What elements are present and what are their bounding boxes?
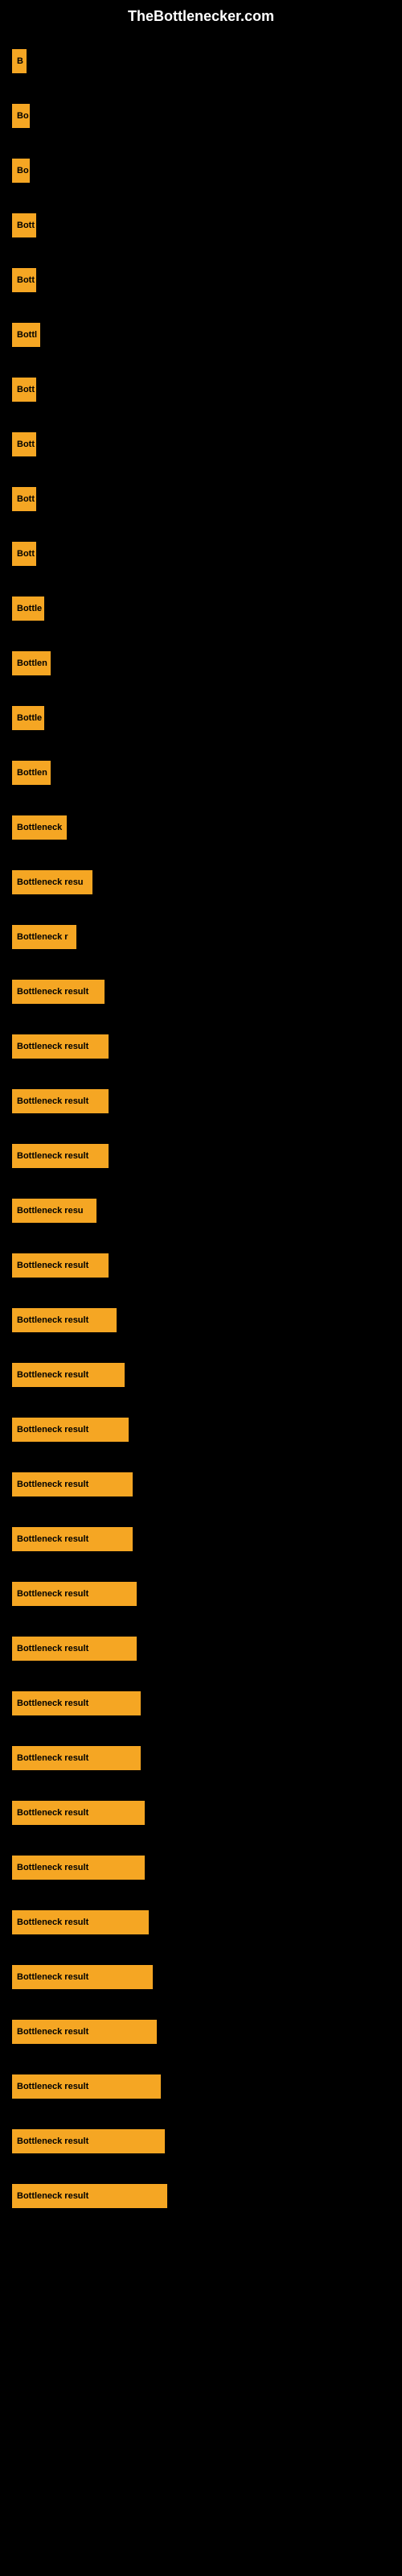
bottleneck-label: Bottle <box>12 706 44 730</box>
list-item: Bottlen <box>12 639 390 687</box>
bottleneck-label: Bottleneck result <box>12 1308 117 1332</box>
bottleneck-label: Bottleneck result <box>12 1144 109 1168</box>
bottleneck-label: Bottleneck result <box>12 1691 141 1715</box>
list-item: Bottleneck result <box>12 1351 390 1399</box>
list-item: Bott <box>12 420 390 469</box>
bottleneck-label: Bottleneck result <box>12 1801 145 1825</box>
bottleneck-label: Bott <box>12 542 36 566</box>
list-item: Bottleneck r <box>12 913 390 961</box>
list-item: Bottleneck result <box>12 1789 390 1837</box>
list-item: Bott <box>12 201 390 250</box>
bottleneck-label: Bottleneck result <box>12 2129 165 2153</box>
list-item: Bottleneck result <box>12 2062 390 2111</box>
bottleneck-label: Bottleneck result <box>12 1910 149 1934</box>
bottleneck-label: Bottleneck result <box>12 1965 153 1989</box>
bottleneck-label: Bottleneck result <box>12 1527 133 1551</box>
bottleneck-label: Bott <box>12 432 36 456</box>
list-item: Bott <box>12 475 390 523</box>
bottleneck-label: Bottleneck result <box>12 2020 157 2044</box>
bottleneck-label: Bo <box>12 159 30 183</box>
list-item: Bottleneck result <box>12 1077 390 1125</box>
list-item: Bottleneck result <box>12 1843 390 1892</box>
list-item: Bottleneck result <box>12 1570 390 1618</box>
bottleneck-label: Bott <box>12 268 36 292</box>
list-item: Bottleneck result <box>12 1624 390 1673</box>
list-item: Bottleneck result <box>12 1734 390 1782</box>
list-item: Bottle <box>12 584 390 633</box>
list-item: Bottleneck result <box>12 1022 390 1071</box>
bottleneck-label: Bottlen <box>12 761 51 785</box>
bottleneck-label: Bottl <box>12 323 40 347</box>
list-item: Bottleneck result <box>12 1898 390 1946</box>
list-item: Bott <box>12 256 390 304</box>
list-item: B <box>12 37 390 85</box>
list-item: Bottleneck result <box>12 1953 390 2001</box>
bottleneck-label: Bottleneck result <box>12 1418 129 1442</box>
list-item: Bottleneck result <box>12 1296 390 1344</box>
bottleneck-label: Bottleneck result <box>12 2074 161 2099</box>
bottleneck-label: Bottleneck result <box>12 980 105 1004</box>
bottleneck-label: Bottleneck r <box>12 925 76 949</box>
list-item: Bottleneck <box>12 803 390 852</box>
list-item: Bottleneck result <box>12 1241 390 1290</box>
bottleneck-label: Bottleneck result <box>12 1472 133 1496</box>
list-item: Bottleneck result <box>12 1406 390 1454</box>
bottleneck-label: Bott <box>12 487 36 511</box>
list-item: Bottle <box>12 694 390 742</box>
items-container: B Bo Bo Bott Bott Bottl Bott Bott Bott Bott Bottle… <box>0 29 402 2235</box>
bottleneck-label: Bottleneck result <box>12 1253 109 1278</box>
site-title: TheBottlenecker.com <box>0 0 402 29</box>
bottleneck-label: Bottleneck result <box>12 1637 137 1661</box>
bottleneck-label: B <box>12 49 27 73</box>
list-item: Bottl <box>12 311 390 359</box>
bottleneck-label: Bottleneck result <box>12 1089 109 1113</box>
list-item: Bott <box>12 530 390 578</box>
bottleneck-label: Bott <box>12 378 36 402</box>
bottleneck-label: Bottleneck result <box>12 1363 125 1387</box>
bottleneck-label: Bottleneck resu <box>12 1199 96 1223</box>
bottleneck-label: Bottleneck result <box>12 1856 145 1880</box>
bottleneck-label: Bottlen <box>12 651 51 675</box>
bottleneck-label: Bottleneck <box>12 815 67 840</box>
list-item: Bottleneck resu <box>12 858 390 906</box>
list-item: Bottleneck result <box>12 2008 390 2056</box>
list-item: Bott <box>12 365 390 414</box>
bottleneck-label: Bo <box>12 104 30 128</box>
bottleneck-label: Bottleneck result <box>12 2184 167 2208</box>
list-item: Bottleneck result <box>12 2117 390 2165</box>
list-item: Bottleneck result <box>12 1515 390 1563</box>
bottleneck-label: Bottleneck result <box>12 1746 141 1770</box>
bottleneck-label: Bottleneck result <box>12 1034 109 1059</box>
bottleneck-label: Bottleneck resu <box>12 870 92 894</box>
list-item: Bottlen <box>12 749 390 797</box>
list-item: Bottleneck result <box>12 1132 390 1180</box>
list-item: Bottleneck resu <box>12 1187 390 1235</box>
list-item: Bottleneck result <box>12 2172 390 2220</box>
bottleneck-label: Bottleneck result <box>12 1582 137 1606</box>
bottleneck-label: Bott <box>12 213 36 237</box>
list-item: Bottleneck result <box>12 1460 390 1509</box>
list-item: Bottleneck result <box>12 968 390 1016</box>
bottleneck-label: Bottle <box>12 597 44 621</box>
list-item: Bottleneck result <box>12 1679 390 1728</box>
list-item: Bo <box>12 92 390 140</box>
list-item: Bo <box>12 147 390 195</box>
